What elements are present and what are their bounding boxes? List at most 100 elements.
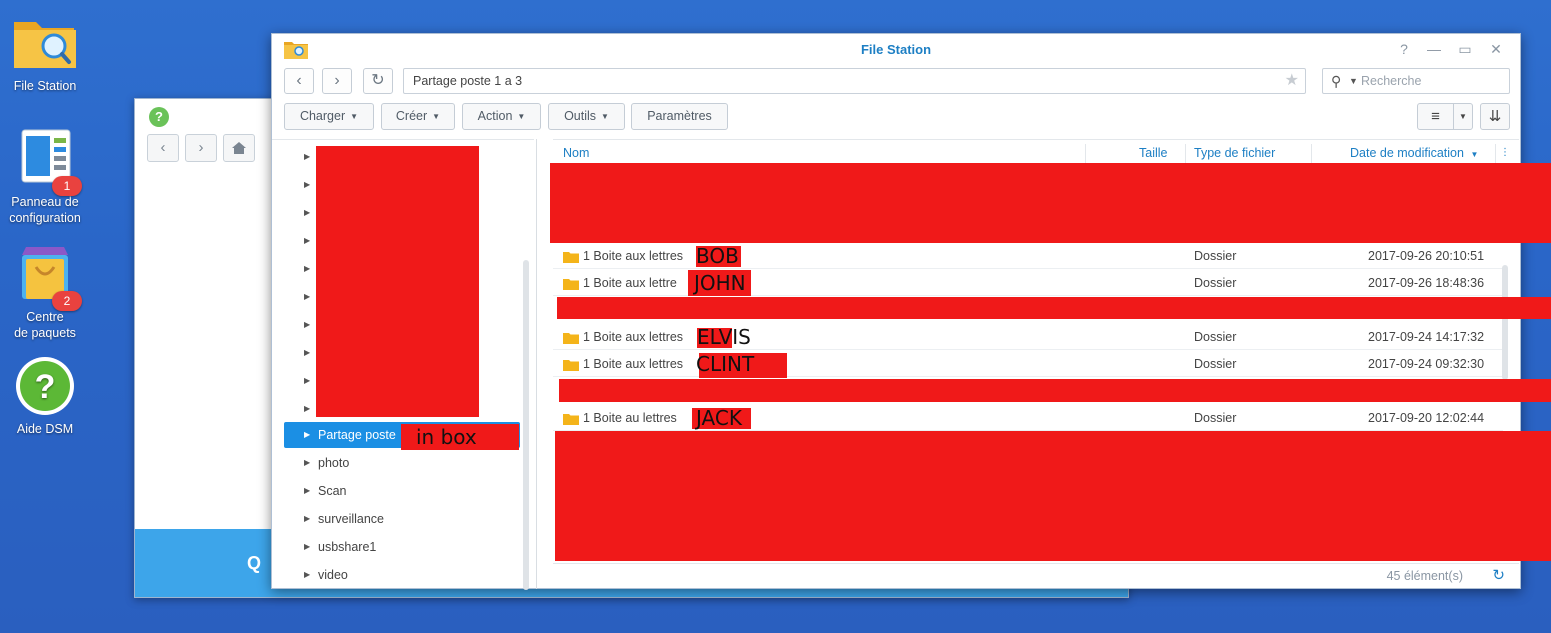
expand-arrow-icon[interactable]: ▶ — [304, 284, 310, 310]
pane-splitter[interactable] — [536, 139, 537, 589]
column-separator[interactable] — [1311, 144, 1312, 164]
sort-button[interactable]: ⇊ — [1480, 103, 1510, 130]
file-type: Dossier — [1194, 357, 1237, 371]
table-row[interactable]: 1 Boite aux lettres Dossier 2017-09-24 1… — [553, 324, 1503, 350]
redaction-label: CLINT — [696, 352, 755, 376]
control-panel-icon: 1 — [12, 128, 82, 196]
tree-node-scan[interactable]: ▶ Scan — [284, 478, 520, 504]
expand-arrow-icon[interactable]: ▶ — [304, 562, 310, 588]
chevron-down-icon: ▼ — [1459, 112, 1467, 121]
help-icon: ? — [12, 355, 78, 417]
home-icon[interactable] — [223, 134, 255, 162]
chat-icon[interactable]: Q — [247, 553, 261, 574]
redaction-label: JOHN — [694, 271, 746, 295]
chevron-down-icon: ▼ — [350, 112, 359, 121]
upload-label: Charger — [299, 109, 346, 123]
close-button[interactable]: ✕ — [1487, 40, 1505, 58]
forward-button[interactable]: › — [185, 134, 217, 162]
refresh-icon: ↻ — [371, 72, 385, 89]
expand-arrow-icon[interactable]: ▶ — [304, 256, 310, 282]
view-dropdown-button[interactable]: ▼ — [1453, 103, 1473, 130]
desktop-control-panel[interactable]: 1 Panneau de configuration — [0, 128, 90, 226]
minimize-button[interactable]: — — [1425, 40, 1443, 58]
status-bar: 45 élément(s) ↻ — [553, 563, 1519, 589]
file-name: 1 Boite aux lettre — [583, 276, 677, 290]
path-bar[interactable]: Partage poste 1 a 3 ★ — [403, 68, 1306, 94]
refresh-button[interactable]: ↻ — [363, 68, 393, 94]
path-text: Partage poste 1 a 3 — [413, 74, 523, 88]
forward-button[interactable]: › — [322, 68, 352, 94]
tools-label: Outils — [564, 109, 597, 123]
expand-arrow-icon[interactable]: ▶ — [304, 368, 310, 394]
settings-label: Paramètres — [647, 109, 712, 123]
title-bar[interactable]: File Station ? — ▭ ✕ — [272, 34, 1520, 64]
list-view-button[interactable]: ≡ — [1417, 103, 1454, 130]
tree-node-usbshare1[interactable]: ▶ usbshare1 — [284, 534, 520, 560]
column-separator[interactable] — [1185, 144, 1186, 164]
expand-arrow-icon[interactable]: ▶ — [304, 534, 310, 560]
search-placeholder: Recherche — [1361, 74, 1422, 88]
expand-arrow-icon[interactable]: ▶ — [304, 396, 310, 422]
notification-badge: 1 — [52, 176, 82, 196]
list-icon: ≡ — [1431, 108, 1440, 125]
search-icon: ⚲ — [1331, 73, 1342, 89]
redaction-label: in box — [416, 425, 477, 449]
tree-node-surveillance[interactable]: ▶ surveillance — [284, 506, 520, 532]
tree-node-photo[interactable]: ▶ photo — [284, 450, 520, 476]
chevron-down-icon: ▼ — [1470, 150, 1479, 159]
chevron-down-icon[interactable]: ▼ — [1349, 69, 1358, 93]
expand-arrow-icon[interactable]: ▶ — [304, 172, 310, 198]
help-button[interactable]: ? — [1395, 40, 1413, 58]
folder-icon — [563, 414, 579, 425]
file-name: 1 Boite aux lettres — [583, 249, 684, 263]
sort-icon: ⇊ — [1488, 108, 1502, 125]
redaction-block — [550, 163, 1551, 243]
folder-icon — [563, 333, 579, 344]
file-station-icon — [12, 12, 78, 74]
chevron-down-icon: ▼ — [517, 112, 526, 121]
folder-icon — [563, 360, 579, 371]
expand-arrow-icon[interactable]: ▶ — [304, 312, 310, 338]
desktop-package-center[interactable]: 2 Centre de paquets — [0, 243, 90, 341]
desktop-icon-label: Panneau de configuration — [9, 195, 81, 225]
redaction-block — [559, 379, 1551, 402]
tree-node-label: surveillance — [318, 512, 385, 526]
refresh-icon[interactable]: ↻ — [1492, 566, 1505, 584]
expand-arrow-icon[interactable]: ▶ — [304, 506, 310, 532]
expand-arrow-icon[interactable]: ▶ — [304, 200, 310, 226]
maximize-button[interactable]: ▭ — [1456, 40, 1474, 58]
expand-arrow-icon[interactable]: ▶ — [304, 228, 310, 254]
tools-button[interactable]: Outils ▼ — [548, 103, 625, 130]
upload-button[interactable]: Charger ▼ — [284, 103, 374, 130]
create-button[interactable]: Créer ▼ — [381, 103, 455, 130]
expand-arrow-icon[interactable]: ▶ — [304, 422, 310, 448]
tree-scrollbar[interactable] — [523, 260, 529, 590]
expand-arrow-icon[interactable]: ▶ — [304, 144, 310, 170]
chevron-down-icon: ▼ — [601, 112, 609, 121]
expand-arrow-icon[interactable]: ▶ — [304, 450, 310, 476]
settings-button[interactable]: Paramètres — [631, 103, 728, 130]
help-icon[interactable]: ? — [149, 107, 169, 127]
tree-node-video[interactable]: ▶ video — [284, 562, 520, 588]
expand-arrow-icon[interactable]: ▶ — [304, 478, 310, 504]
desktop-dsm-help[interactable]: ? Aide DSM — [0, 355, 90, 437]
column-separator[interactable] — [1085, 144, 1086, 164]
redaction-block — [557, 297, 1551, 319]
folder-tree[interactable]: ▶ ▶ ▶ ▶ ▶ ▶ ▶ ▶ ▶ ▶ ▶ Partage poste ▶ ph… — [272, 139, 534, 590]
action-button[interactable]: Action ▼ — [462, 103, 541, 130]
file-modified: 2017-09-24 14:17:32 — [1368, 330, 1485, 344]
back-button[interactable]: ‹ — [284, 68, 314, 94]
desktop-file-station[interactable]: File Station — [0, 12, 90, 94]
redaction-block — [555, 431, 1551, 561]
action-label: Action — [477, 109, 513, 123]
file-name: 1 Boite au lettres — [583, 411, 677, 425]
star-icon[interactable]: ★ — [1285, 69, 1299, 93]
redaction-label: ELVIS — [697, 325, 751, 349]
file-modified: 2017-09-26 20:10:51 — [1368, 249, 1485, 263]
file-list-scrollbar[interactable] — [1502, 265, 1508, 380]
back-button[interactable]: ‹ — [147, 134, 179, 162]
expand-arrow-icon[interactable]: ▶ — [304, 340, 310, 366]
file-modified: 2017-09-26 18:48:36 — [1368, 276, 1485, 290]
column-separator[interactable] — [1495, 144, 1496, 164]
search-input[interactable]: ⚲ ▼ Recherche — [1322, 68, 1510, 94]
